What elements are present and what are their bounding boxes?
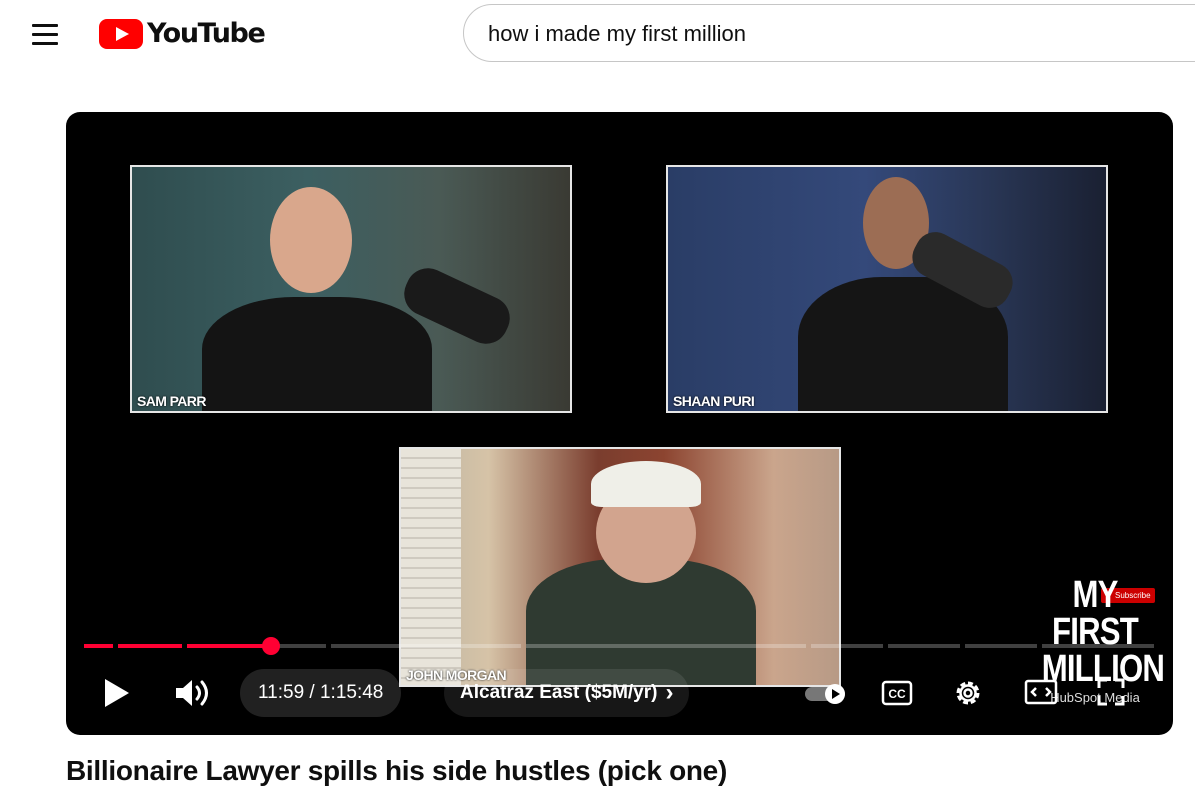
participant-label: SHAAN PURI (673, 393, 755, 409)
chapter-segment (811, 644, 883, 648)
chapter-segment (965, 644, 1037, 648)
chapter-segment (526, 644, 806, 648)
chapter-segment (187, 644, 267, 648)
volume-button[interactable] (174, 677, 214, 709)
participant-feed-sam-parr: SAM PARR (130, 165, 572, 413)
video-player[interactable]: SAM PARR SHAAN PURI JOHN MORGAN Subscrib… (66, 112, 1173, 735)
volume-icon (176, 680, 208, 706)
menu-icon[interactable] (32, 24, 58, 46)
chapter-segment (888, 644, 960, 648)
search-input[interactable] (486, 5, 1170, 63)
participant-feed-john-morgan: JOHN MORGAN (399, 447, 841, 687)
svg-text:CC: CC (888, 687, 906, 701)
captions-button[interactable]: CC (881, 679, 913, 707)
cap (591, 461, 701, 507)
time-current: 11:59 (258, 682, 305, 703)
theater-mode-icon (1024, 679, 1058, 705)
progress-bar[interactable] (84, 637, 1154, 655)
settings-button[interactable] (952, 677, 984, 709)
logo-text: YouTube (147, 18, 266, 49)
time-separator: / (304, 682, 320, 703)
person-figure (202, 297, 432, 411)
search-box[interactable] (463, 4, 1195, 63)
youtube-logo[interactable]: YouTube (99, 18, 266, 49)
person-figure (270, 187, 352, 293)
time-total: 1:15:48 (319, 682, 384, 703)
fullscreen-button[interactable] (1096, 677, 1126, 707)
chapter-segment (331, 644, 521, 648)
chapter-segment (1042, 644, 1154, 648)
chapter-segment (118, 644, 182, 648)
chapter-title: Alcatraz East ($5M/yr) (460, 682, 658, 703)
window-blinds (401, 449, 461, 685)
play-button[interactable] (102, 677, 132, 709)
participant-label: SAM PARR (137, 393, 206, 409)
video-title: Billionaire Lawyer spills his side hustl… (66, 755, 727, 786)
theater-mode-button[interactable] (1024, 679, 1058, 705)
scrubber-handle[interactable] (262, 637, 280, 655)
participant-feed-shaan-puri: SHAAN PURI (666, 165, 1108, 413)
chapter-segment (84, 644, 113, 648)
autoplay-toggle[interactable] (804, 683, 848, 705)
brand-line: MY (1072, 574, 1118, 616)
autoplay-toggle-icon (805, 684, 845, 704)
play-icon (105, 679, 129, 707)
settings-icon (956, 681, 980, 705)
chapter-button[interactable]: Alcatraz East ($5M/yr) › (444, 669, 690, 717)
fullscreen-icon (1097, 678, 1125, 706)
chevron-right-icon: › (665, 679, 674, 706)
captions-icon: CC (881, 680, 913, 706)
time-display: 11:59 / 1:15:48 (240, 669, 402, 717)
youtube-logo-icon (99, 18, 143, 49)
